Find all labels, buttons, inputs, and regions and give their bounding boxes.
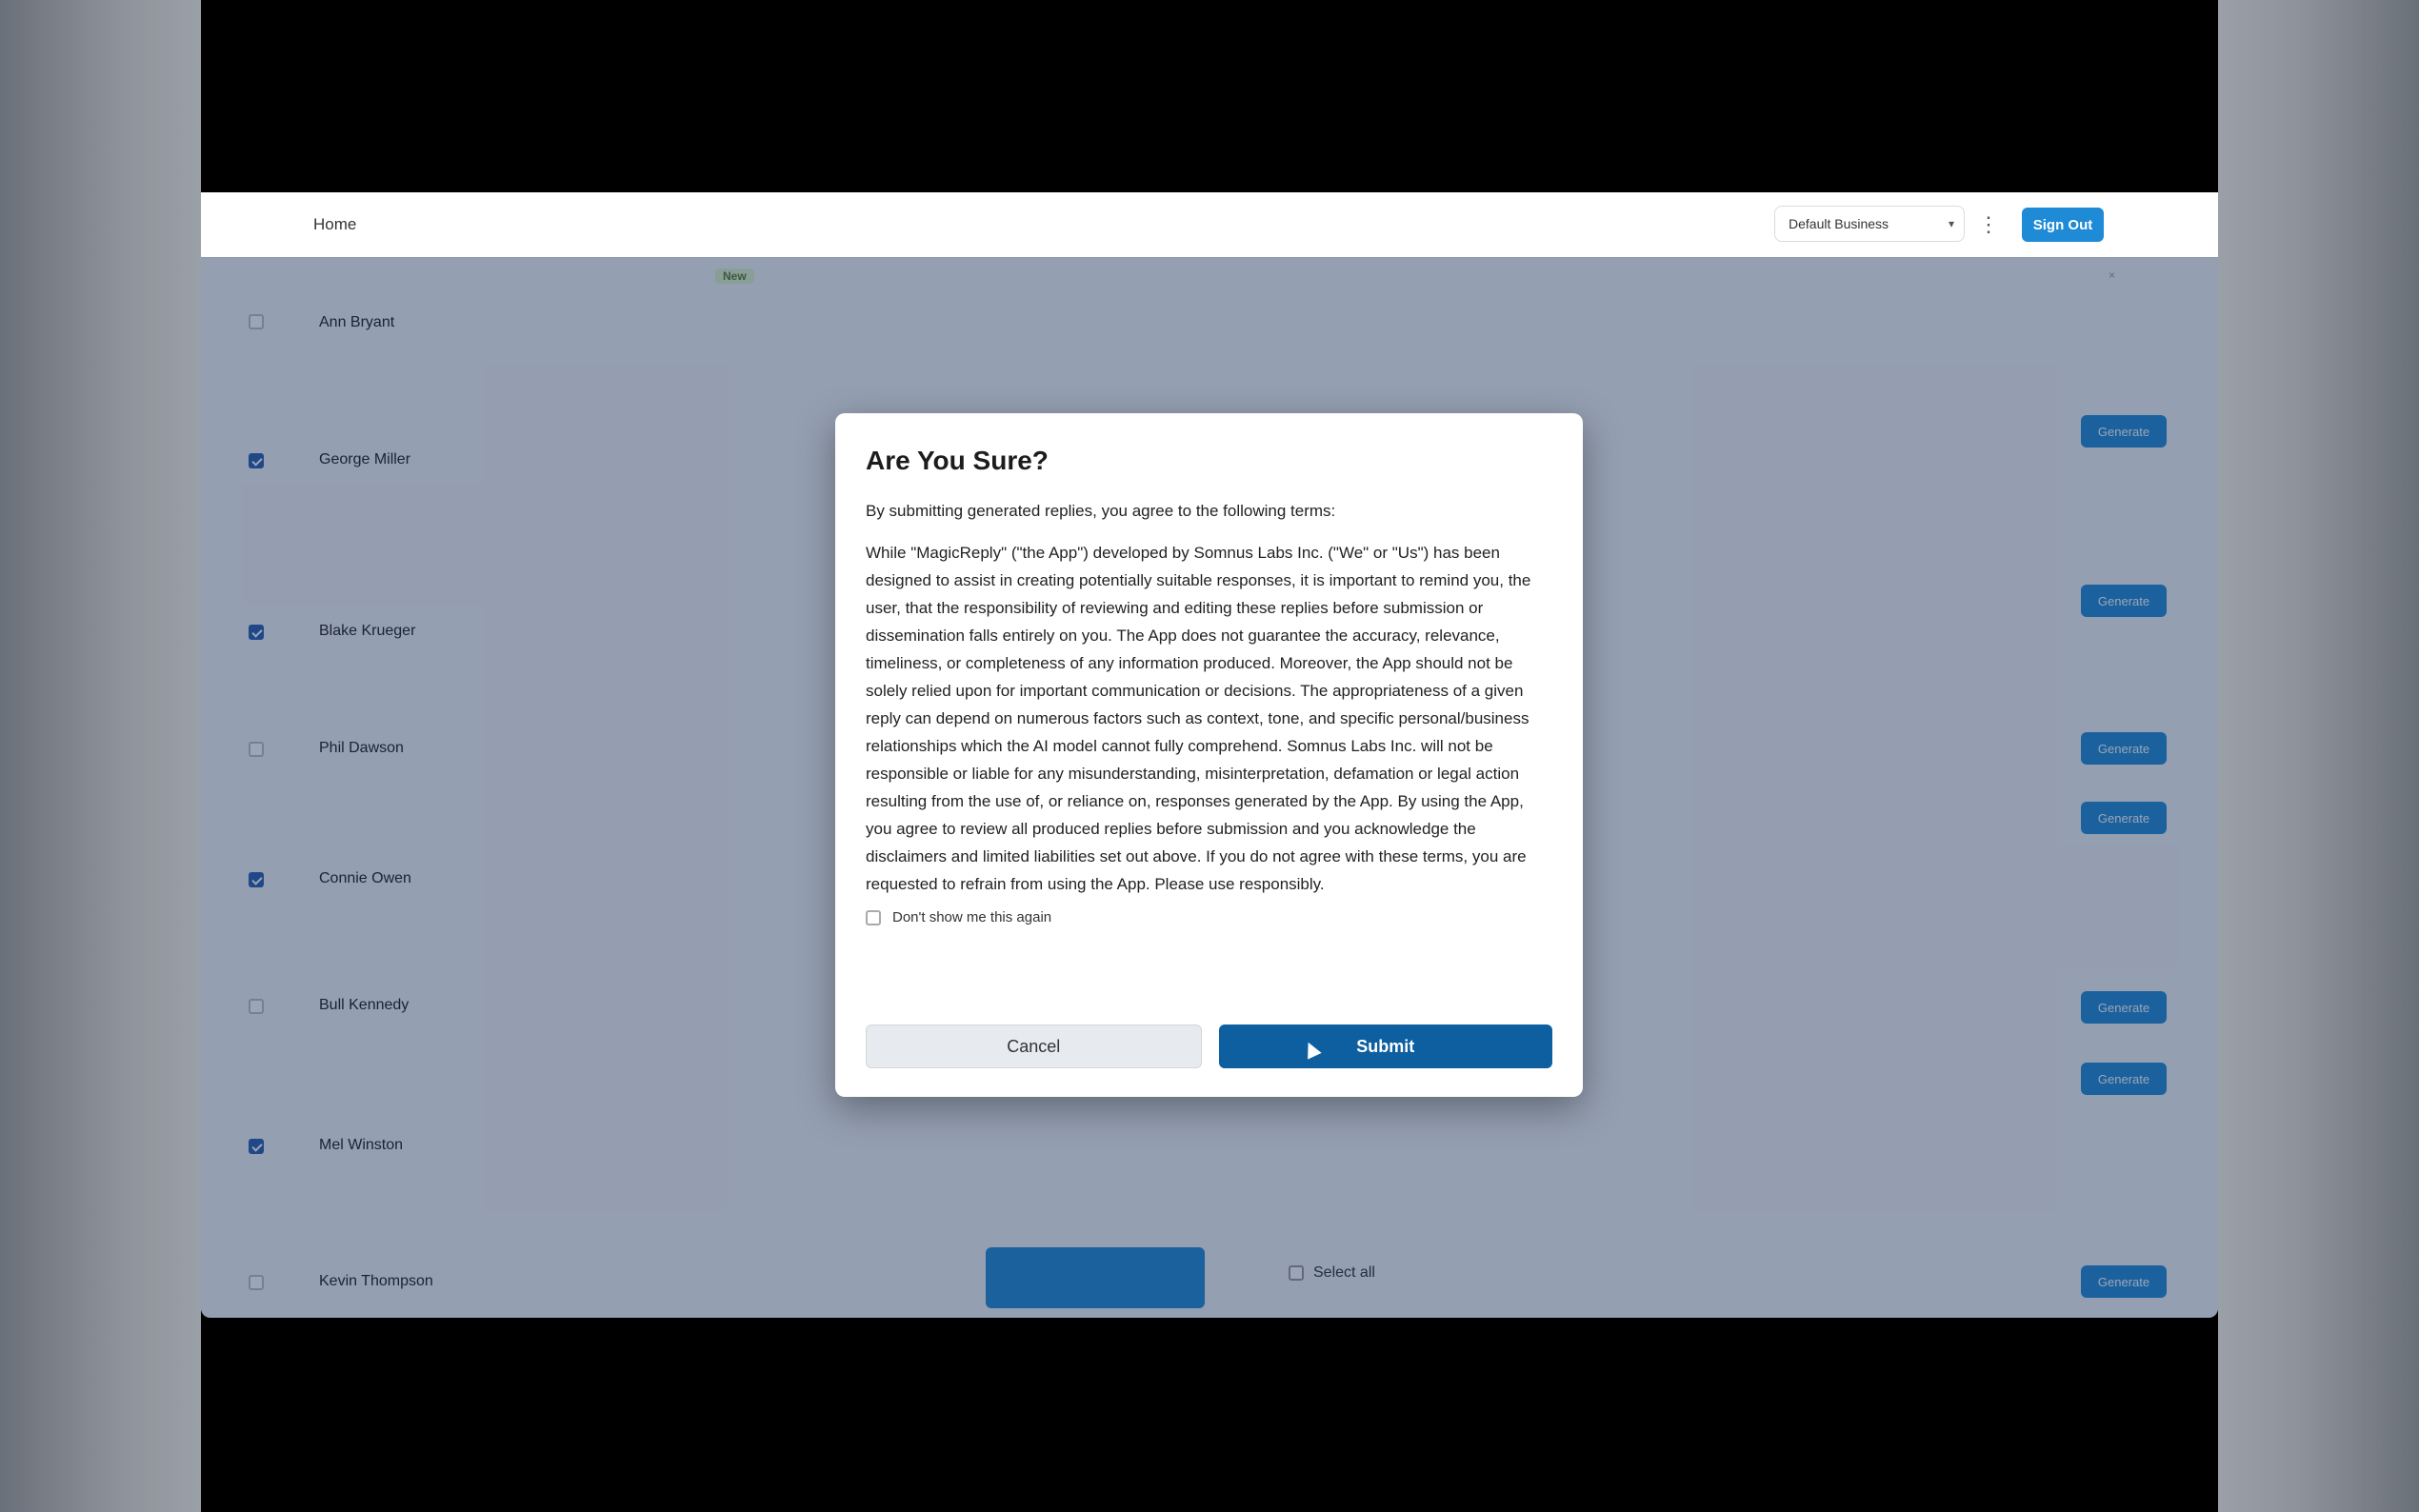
- top-navigation-bar: Home Default Business ▾ ⋮ Sign Out: [201, 192, 2218, 258]
- confirm-dialog: Are You Sure? By submitting generated re…: [835, 413, 1583, 1097]
- chevron-down-icon: ▾: [1948, 217, 1954, 230]
- dont-show-again-option[interactable]: Don't show me this again: [866, 909, 1552, 925]
- dont-show-again-label: Don't show me this again: [892, 909, 1052, 925]
- business-select-value: Default Business: [1789, 216, 1889, 231]
- dialog-intro: By submitting generated replies, you agr…: [866, 502, 1336, 520]
- nav-home-link[interactable]: Home: [313, 215, 356, 234]
- dialog-title: Are You Sure?: [866, 446, 1049, 475]
- cancel-button[interactable]: Cancel: [866, 1025, 1202, 1068]
- submit-button[interactable]: Submit: [1218, 1025, 1552, 1068]
- dialog-actions: Cancel Submit: [866, 1025, 1552, 1068]
- business-select[interactable]: Default Business ▾: [1774, 206, 1965, 242]
- dont-show-again-checkbox[interactable]: [866, 909, 881, 925]
- left-letterbox-blur: [0, 0, 201, 1512]
- ellipsis-vertical-icon[interactable]: ⋮: [1978, 209, 1999, 240]
- sign-out-button[interactable]: Sign Out: [2022, 208, 2104, 242]
- video-frame: Home Default Business ▾ ⋮ Sign Out New ×…: [201, 0, 2218, 1512]
- right-letterbox-blur: [2218, 0, 2419, 1512]
- dialog-terms-text: While "MagicReply" ("the App") developed…: [866, 544, 1531, 893]
- app-window: Home Default Business ▾ ⋮ Sign Out New ×…: [201, 192, 2218, 1318]
